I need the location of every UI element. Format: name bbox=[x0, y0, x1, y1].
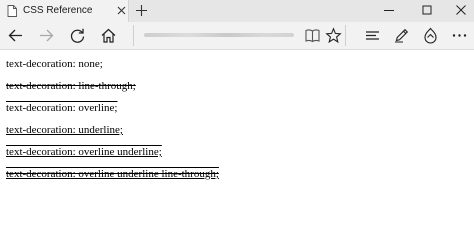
title-bar: CSS Reference bbox=[0, 0, 474, 22]
text-decoration-overline-line: text-decoration: overline; bbox=[6, 102, 118, 114]
toolbar-divider bbox=[0, 49, 474, 50]
minimize-icon[interactable] bbox=[382, 3, 396, 17]
address-text[interactable] bbox=[144, 33, 294, 37]
text-decoration-none-line: text-decoration: none; bbox=[6, 58, 103, 70]
home-icon[interactable] bbox=[100, 27, 117, 44]
navigation-toolbar bbox=[0, 22, 474, 49]
more-icon[interactable] bbox=[451, 27, 468, 44]
arrow-right-icon[interactable] bbox=[38, 27, 55, 44]
maximize-icon[interactable] bbox=[420, 3, 434, 17]
share-icon[interactable] bbox=[422, 27, 439, 44]
browser-tab[interactable]: CSS Reference bbox=[0, 0, 129, 22]
tab-title: CSS Reference bbox=[23, 5, 93, 16]
window-close-icon[interactable] bbox=[454, 3, 468, 17]
page-content: text-decoration: none; text-decoration: … bbox=[6, 58, 466, 190]
text-decoration-overline-underline-line: text-decoration: overline underline; bbox=[6, 146, 162, 158]
star-icon[interactable] bbox=[325, 27, 342, 44]
hub-icon[interactable] bbox=[364, 27, 381, 44]
refresh-icon[interactable] bbox=[69, 27, 86, 44]
text-decoration-line-through-line: text-decoration: line-through; bbox=[6, 80, 136, 92]
plus-icon[interactable] bbox=[135, 4, 148, 17]
page-icon bbox=[7, 5, 17, 17]
close-icon[interactable] bbox=[116, 5, 127, 16]
book-icon[interactable] bbox=[304, 27, 321, 44]
arrow-left-icon[interactable] bbox=[7, 27, 24, 44]
pen-icon[interactable] bbox=[393, 27, 410, 44]
text-decoration-underline-line: text-decoration: underline; bbox=[6, 124, 123, 136]
text-decoration-all-line: text-decoration: overline underline line… bbox=[6, 168, 219, 180]
